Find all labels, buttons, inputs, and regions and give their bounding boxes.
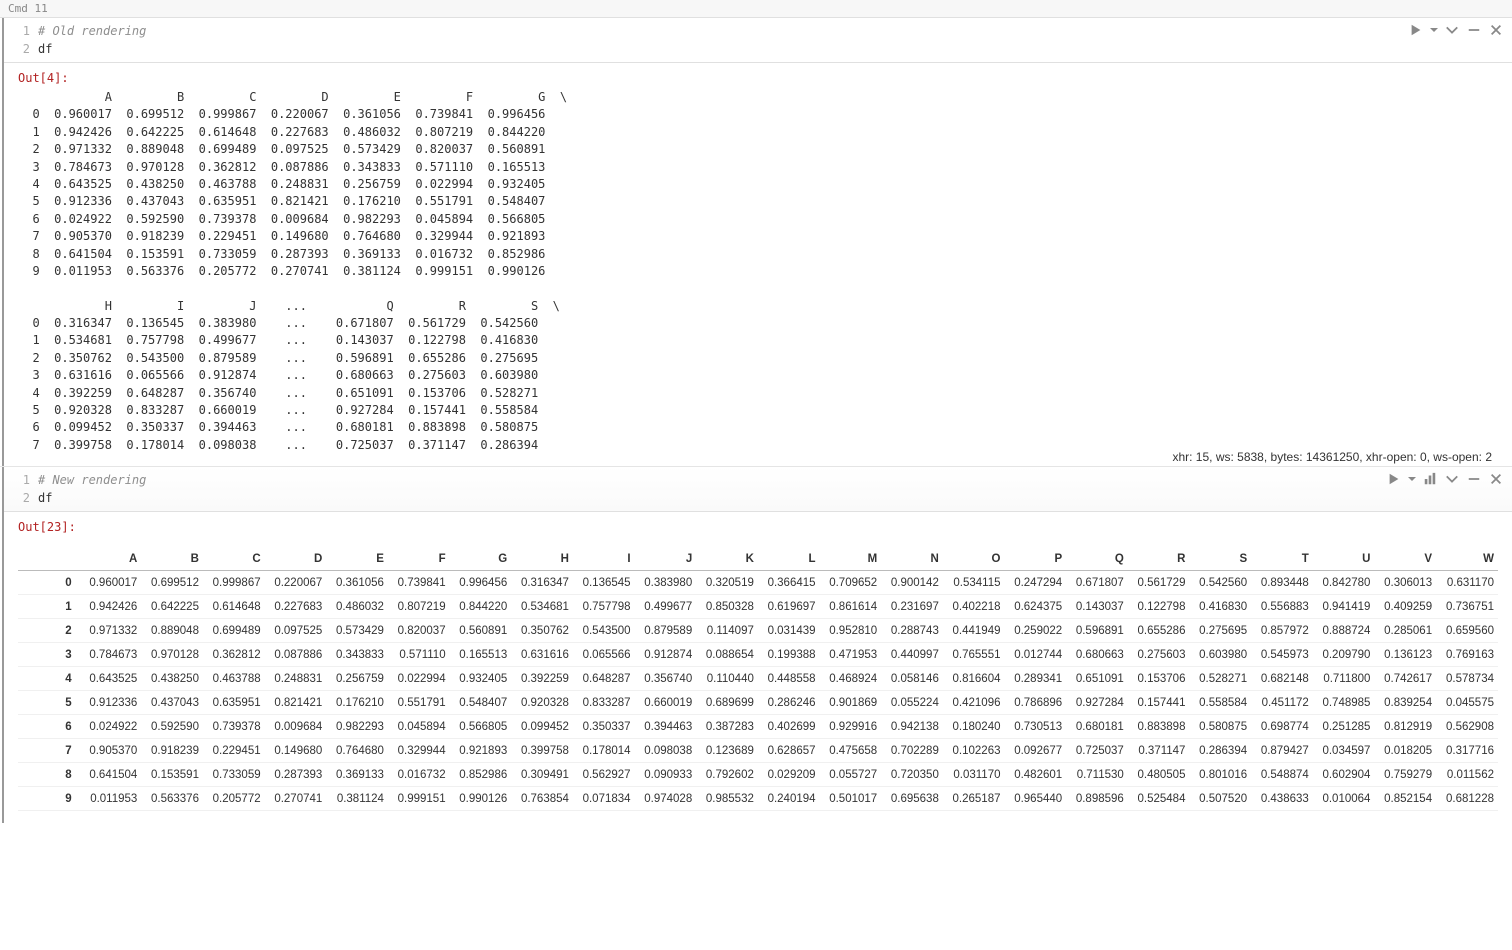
table-row: 10.9424260.6422250.6146480.2276830.48603…	[18, 595, 1498, 619]
table-row: 20.9713320.8890480.6994890.0975250.57342…	[18, 619, 1498, 643]
col-header: M	[820, 548, 882, 571]
col-header: S	[1189, 548, 1251, 571]
text-output-1: A B C D E F G \ 0 0.960017 0.699512 0.99…	[18, 89, 1498, 454]
code-editor-1[interactable]: 12 # Old renderingdf	[4, 18, 1512, 63]
col-header: T	[1251, 548, 1313, 571]
col-header: W	[1436, 548, 1498, 571]
table-row: 50.9123360.4370430.6359510.8214210.17621…	[18, 691, 1498, 715]
col-header: A	[80, 548, 142, 571]
code-editor-2[interactable]: 12 # New renderingdf	[4, 467, 1512, 512]
dataframe-table: ABCDEFGHIJKLMNOPQRSTUVW 00.9600170.69951…	[18, 548, 1498, 811]
cell-1: 12 # Old renderingdf Out[4]: A B C D E F…	[2, 18, 1512, 466]
col-header: I	[573, 548, 635, 571]
col-header: C	[203, 548, 265, 571]
run-button[interactable]	[1408, 22, 1424, 38]
cell-toolbar-2	[1386, 471, 1504, 487]
table-row: 90.0119530.5633760.2057720.2707410.38112…	[18, 787, 1498, 811]
cell-label: Cmd 11	[0, 0, 1512, 18]
table-row: 70.9053700.9182390.2294510.1496800.76468…	[18, 739, 1498, 763]
out-prompt-2: Out[23]:	[18, 520, 1498, 534]
collapse-icon[interactable]	[1444, 471, 1460, 487]
connection-status: xhr: 15, ws: 5838, bytes: 14361250, xhr-…	[1172, 448, 1492, 466]
table-row: 30.7846730.9701280.3628120.0878860.34383…	[18, 643, 1498, 667]
line-gutter: 12	[4, 22, 38, 58]
dropdown-icon[interactable]	[1408, 471, 1416, 487]
close-icon[interactable]	[1488, 22, 1504, 38]
cell-toolbar-1	[1408, 22, 1504, 38]
col-header: E	[326, 548, 388, 571]
chart-icon[interactable]	[1422, 471, 1438, 487]
run-button[interactable]	[1386, 471, 1402, 487]
cell-2: 12 # New renderingdf Out[23]: ABCDEFGHIJ…	[2, 467, 1512, 823]
col-header: G	[450, 548, 512, 571]
code-text[interactable]: # New renderingdf	[38, 471, 1512, 507]
col-header: D	[265, 548, 327, 571]
col-header: V	[1374, 548, 1436, 571]
col-header: Q	[1066, 548, 1128, 571]
table-row: 60.0249220.5925900.7393780.0096840.98229…	[18, 715, 1498, 739]
minimize-icon[interactable]	[1466, 471, 1482, 487]
col-header: F	[388, 548, 450, 571]
minimize-icon[interactable]	[1466, 22, 1482, 38]
output-2: Out[23]: ABCDEFGHIJKLMNOPQRSTUVW 00.9600…	[4, 512, 1512, 823]
line-gutter: 12	[4, 471, 38, 507]
col-header: O	[943, 548, 1005, 571]
col-header: H	[511, 548, 573, 571]
col-header: J	[635, 548, 697, 571]
col-header: L	[758, 548, 820, 571]
collapse-icon[interactable]	[1444, 22, 1460, 38]
table-row: 40.6435250.4382500.4637880.2488310.25675…	[18, 667, 1498, 691]
col-header: K	[696, 548, 758, 571]
col-header: U	[1313, 548, 1375, 571]
dropdown-icon[interactable]	[1430, 22, 1438, 38]
col-header: B	[141, 548, 203, 571]
col-header: R	[1128, 548, 1190, 571]
code-text[interactable]: # Old renderingdf	[38, 22, 1512, 58]
table-row: 80.6415040.1535910.7330590.2873930.36913…	[18, 763, 1498, 787]
table-header-row: ABCDEFGHIJKLMNOPQRSTUVW	[18, 548, 1498, 571]
output-1: Out[4]: A B C D E F G \ 0 0.960017 0.699…	[4, 63, 1512, 466]
col-header: N	[881, 548, 943, 571]
table-row: 00.9600170.6995120.9998670.2200670.36105…	[18, 571, 1498, 595]
col-header: P	[1005, 548, 1067, 571]
out-prompt-1: Out[4]:	[18, 71, 1498, 85]
close-icon[interactable]	[1488, 471, 1504, 487]
